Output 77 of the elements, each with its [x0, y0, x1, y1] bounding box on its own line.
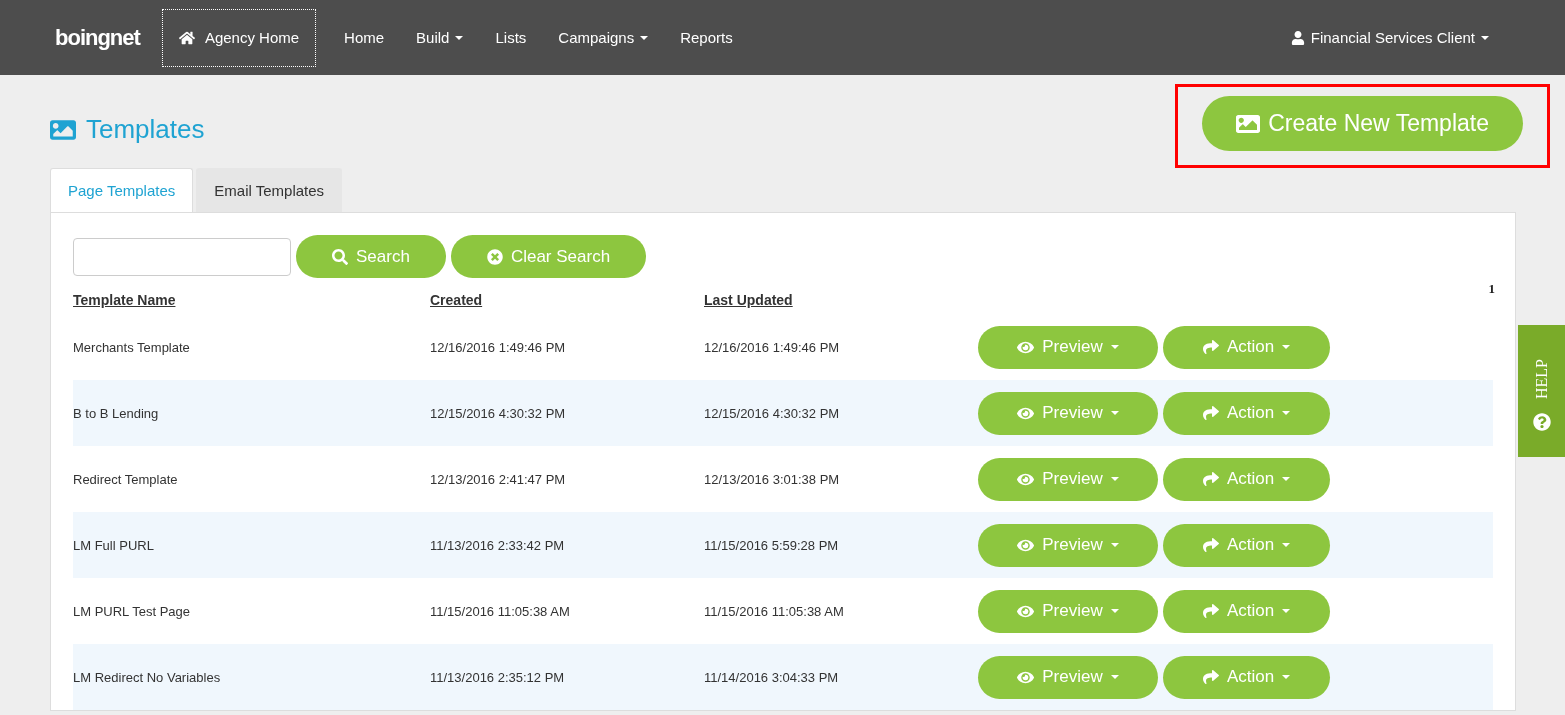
preview-button[interactable]: Preview — [978, 457, 1158, 501]
page-title: Templates — [50, 114, 205, 145]
created-date: 11/13/2016 2:33:42 PM — [430, 537, 565, 553]
nav-link[interactable]: Build — [400, 29, 480, 46]
search-icon — [332, 248, 348, 265]
template-name: LM Full PURL — [73, 537, 154, 553]
agency-home-link[interactable]: Agency Home — [161, 8, 317, 67]
caret-icon — [1282, 543, 1291, 547]
preview-button[interactable]: Preview — [978, 523, 1158, 567]
updated-date: 11/14/2016 3:04:33 PM — [704, 669, 839, 685]
updated-date: 12/15/2016 4:30:32 PM — [704, 405, 840, 421]
created-date: 12/13/2016 2:41:47 PM — [430, 471, 566, 487]
caret-icon — [1110, 345, 1119, 349]
updated-date: 11/15/2016 5:59:28 PM — [704, 537, 839, 553]
home-icon — [178, 29, 195, 46]
create-template-button[interactable]: Create New Template — [1202, 96, 1523, 151]
created-date: 12/15/2016 4:30:32 PM — [430, 405, 566, 421]
created-date: 12/16/2016 1:49:46 PM — [430, 339, 566, 355]
column-header[interactable]: Last Updated — [704, 292, 793, 308]
user-icon — [1290, 30, 1305, 45]
caret-icon — [1110, 477, 1119, 481]
column-header[interactable]: Template Name — [73, 292, 176, 308]
nav-link[interactable]: Campaigns — [542, 29, 665, 46]
updated-date: 12/13/2016 3:01:38 PM — [704, 471, 840, 487]
share-arrow-icon — [1202, 339, 1219, 355]
template-name: Redirect Template — [73, 471, 178, 487]
preview-button[interactable]: Preview — [978, 589, 1158, 633]
tab[interactable]: Page Templates — [50, 168, 194, 212]
share-arrow-icon — [1202, 669, 1219, 685]
caret-icon — [1110, 411, 1119, 415]
caret-icon — [1282, 609, 1291, 613]
template-name: Merchants Template — [73, 339, 190, 355]
caret-icon — [1282, 477, 1291, 481]
created-date: 11/13/2016 2:35:12 PM — [430, 669, 565, 685]
column-header[interactable]: Created — [430, 292, 483, 308]
preview-button[interactable]: Preview — [978, 325, 1158, 369]
preview-button[interactable]: Preview — [978, 391, 1158, 435]
updated-date: 11/15/2016 11:05:38 AM — [704, 603, 844, 619]
action-button[interactable]: Action — [1163, 325, 1330, 369]
share-arrow-icon — [1202, 603, 1219, 619]
action-button[interactable]: Action — [1163, 655, 1330, 699]
caret-icon — [1282, 345, 1291, 349]
action-button[interactable]: Action — [1163, 589, 1330, 633]
template-name: LM PURL Test Page — [73, 603, 191, 619]
caret-icon — [1110, 543, 1119, 547]
share-arrow-icon — [1202, 471, 1219, 487]
share-arrow-icon — [1202, 405, 1219, 421]
clear-icon — [486, 248, 503, 265]
caret-icon — [640, 35, 649, 40]
caret-icon — [1282, 411, 1291, 415]
caret-icon — [1110, 675, 1119, 679]
created-date: 11/15/2016 11:05:38 AM — [430, 603, 570, 619]
user-menu[interactable]: Financial Services Client — [1274, 29, 1505, 46]
tab[interactable]: Email Templates — [196, 168, 343, 212]
logo[interactable]: boingnet — [55, 24, 140, 51]
template-name: B to B Lending — [73, 405, 159, 421]
template-name: LM Redirect No Variables — [73, 669, 221, 685]
help-tab[interactable]: HELP — [1518, 325, 1565, 457]
help-label: HELP — [1533, 358, 1550, 399]
caret-icon — [455, 35, 464, 40]
preview-button[interactable]: Preview — [978, 655, 1158, 699]
caret-icon — [1110, 609, 1119, 613]
action-button[interactable]: Action — [1163, 391, 1330, 435]
action-button[interactable]: Action — [1163, 457, 1330, 501]
share-arrow-icon — [1202, 537, 1219, 553]
caret-icon — [1282, 675, 1291, 679]
search-button[interactable]: Search — [296, 235, 446, 278]
action-button[interactable]: Action — [1163, 523, 1330, 567]
clear-search-button[interactable]: Clear Search — [450, 235, 647, 278]
search-field[interactable] — [73, 237, 291, 276]
nav-link[interactable]: Reports — [664, 29, 749, 46]
nav-link[interactable]: Lists — [479, 29, 543, 46]
updated-date: 12/16/2016 1:49:46 PM — [704, 339, 840, 355]
help-icon — [1532, 413, 1551, 431]
caret-icon — [1481, 35, 1489, 40]
nav-link[interactable]: Home — [328, 29, 401, 46]
page-number[interactable]: 1 — [1488, 281, 1495, 297]
